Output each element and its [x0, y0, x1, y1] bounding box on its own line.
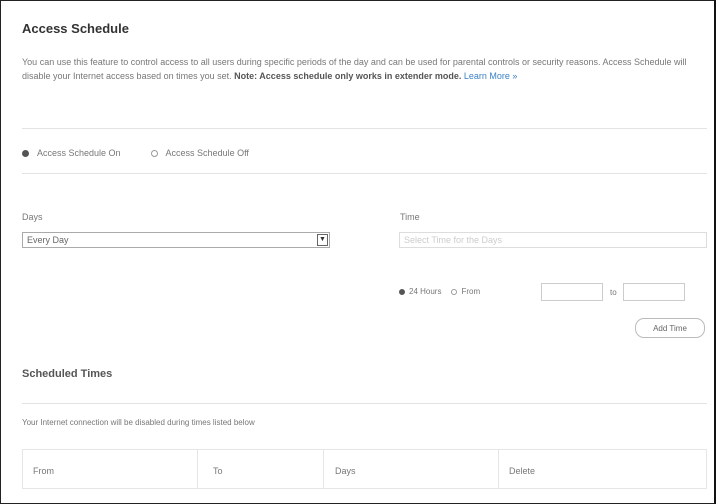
divider: [22, 173, 707, 174]
chevron-down-icon[interactable]: ▼: [317, 234, 328, 246]
time-select[interactable]: Select Time for the Days: [399, 232, 707, 248]
schedule-toggle: Access Schedule On Access Schedule Off: [22, 148, 279, 158]
radio-from-icon[interactable]: [451, 288, 458, 295]
schedule-off-label: Access Schedule Off: [165, 148, 249, 158]
radio-off-icon[interactable]: [150, 149, 158, 157]
scheduled-times-title: Scheduled Times: [22, 368, 113, 380]
column-header-days: Days: [335, 466, 356, 476]
to-label: to: [610, 288, 617, 297]
days-select-value: Every Day: [27, 235, 69, 245]
hours-label: 24 Hours: [409, 287, 442, 296]
from-time-input[interactable]: [541, 283, 603, 301]
column-divider: [498, 450, 499, 488]
description: You can use this feature to control acce…: [22, 55, 697, 83]
scheduled-times-table: From To Days Delete: [22, 449, 707, 489]
schedule-off-option[interactable]: Access Schedule Off: [150, 148, 249, 158]
column-header-to: To: [213, 466, 223, 476]
scheduled-note: Your Internet connection will be disable…: [22, 418, 255, 427]
column-header-from: From: [33, 466, 54, 476]
column-header-delete: Delete: [509, 466, 536, 476]
add-time-button[interactable]: Add Time: [635, 318, 705, 338]
column-divider: [197, 450, 198, 488]
from-label: From: [461, 287, 481, 296]
radio-on-icon[interactable]: [22, 149, 29, 157]
description-note: Note: Access schedule only works in exte…: [234, 71, 462, 81]
to-time-input[interactable]: [623, 283, 685, 301]
page-title: Access Schedule: [22, 21, 129, 36]
learn-more-link[interactable]: Learn More »: [464, 71, 518, 81]
divider: [22, 403, 707, 404]
divider: [22, 128, 707, 129]
radio-24hours-icon[interactable]: [399, 288, 405, 295]
days-label: Days: [22, 212, 43, 222]
days-select[interactable]: Every Day ▼: [22, 232, 330, 248]
time-label: Time: [400, 212, 420, 222]
time-range-row: 24 Hours From: [399, 287, 480, 296]
column-divider: [323, 450, 324, 488]
time-select-placeholder: Select Time for the Days: [404, 235, 503, 245]
schedule-on-label: Access Schedule On: [37, 148, 121, 158]
schedule-on-option[interactable]: Access Schedule On: [22, 148, 121, 158]
